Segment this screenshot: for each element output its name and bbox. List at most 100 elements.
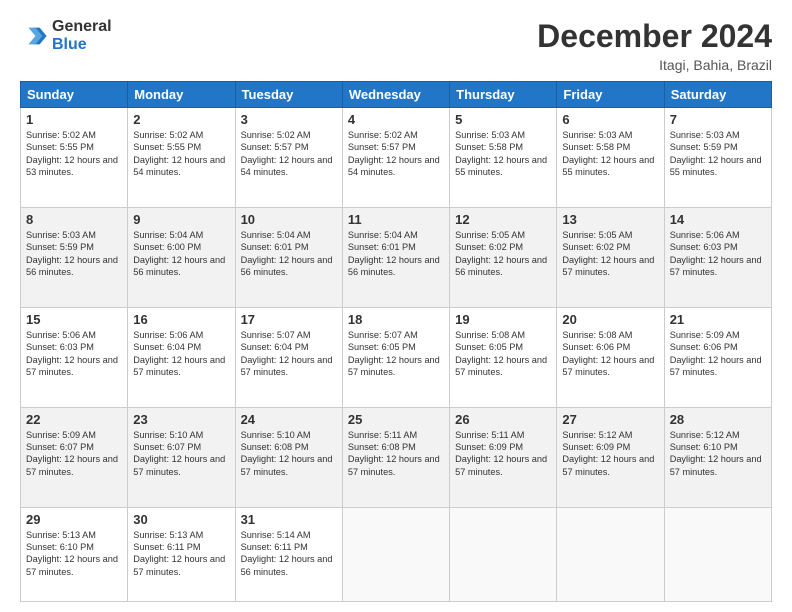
day-info: Sunrise: 5:09 AM Sunset: 6:07 PM Dayligh… [26, 429, 122, 479]
day-info: Sunrise: 5:12 AM Sunset: 6:09 PM Dayligh… [562, 429, 658, 479]
day-info: Sunrise: 5:02 AM Sunset: 5:57 PM Dayligh… [241, 129, 337, 179]
day-info: Sunrise: 5:07 AM Sunset: 6:04 PM Dayligh… [241, 329, 337, 379]
day-number: 21 [670, 312, 766, 327]
day-info: Sunrise: 5:13 AM Sunset: 6:10 PM Dayligh… [26, 529, 122, 579]
table-cell: 18 Sunrise: 5:07 AM Sunset: 6:05 PM Dayl… [342, 307, 449, 407]
month-title: December 2024 [537, 18, 772, 55]
day-info: Sunrise: 5:04 AM Sunset: 6:01 PM Dayligh… [348, 229, 444, 279]
table-cell: 28 Sunrise: 5:12 AM Sunset: 6:10 PM Dayl… [664, 407, 771, 507]
day-info: Sunrise: 5:06 AM Sunset: 6:04 PM Dayligh… [133, 329, 229, 379]
day-number: 27 [562, 412, 658, 427]
table-cell: 7 Sunrise: 5:03 AM Sunset: 5:59 PM Dayli… [664, 108, 771, 208]
day-number: 24 [241, 412, 337, 427]
table-cell: 15 Sunrise: 5:06 AM Sunset: 6:03 PM Dayl… [21, 307, 128, 407]
header-saturday: Saturday [664, 82, 771, 108]
logo-general: General [52, 18, 112, 36]
calendar-table: Sunday Monday Tuesday Wednesday Thursday… [20, 81, 772, 602]
day-info: Sunrise: 5:02 AM Sunset: 5:57 PM Dayligh… [348, 129, 444, 179]
day-info: Sunrise: 5:09 AM Sunset: 6:06 PM Dayligh… [670, 329, 766, 379]
table-cell: 10 Sunrise: 5:04 AM Sunset: 6:01 PM Dayl… [235, 207, 342, 307]
table-cell: 6 Sunrise: 5:03 AM Sunset: 5:58 PM Dayli… [557, 108, 664, 208]
day-info: Sunrise: 5:08 AM Sunset: 6:06 PM Dayligh… [562, 329, 658, 379]
table-cell: 31 Sunrise: 5:14 AM Sunset: 6:11 PM Dayl… [235, 507, 342, 602]
day-info: Sunrise: 5:02 AM Sunset: 5:55 PM Dayligh… [26, 129, 122, 179]
table-cell: 23 Sunrise: 5:10 AM Sunset: 6:07 PM Dayl… [128, 407, 235, 507]
day-number: 4 [348, 112, 444, 127]
table-cell: 9 Sunrise: 5:04 AM Sunset: 6:00 PM Dayli… [128, 207, 235, 307]
day-number: 29 [26, 512, 122, 527]
day-info: Sunrise: 5:03 AM Sunset: 5:59 PM Dayligh… [26, 229, 122, 279]
table-cell: 29 Sunrise: 5:13 AM Sunset: 6:10 PM Dayl… [21, 507, 128, 602]
table-cell: 21 Sunrise: 5:09 AM Sunset: 6:06 PM Dayl… [664, 307, 771, 407]
table-cell [557, 507, 664, 602]
table-cell: 24 Sunrise: 5:10 AM Sunset: 6:08 PM Dayl… [235, 407, 342, 507]
table-cell: 30 Sunrise: 5:13 AM Sunset: 6:11 PM Dayl… [128, 507, 235, 602]
table-cell: 12 Sunrise: 5:05 AM Sunset: 6:02 PM Dayl… [450, 207, 557, 307]
table-cell: 19 Sunrise: 5:08 AM Sunset: 6:05 PM Dayl… [450, 307, 557, 407]
day-number: 25 [348, 412, 444, 427]
header-friday: Friday [557, 82, 664, 108]
page: General Blue December 2024 Itagi, Bahia,… [0, 0, 792, 612]
day-info: Sunrise: 5:12 AM Sunset: 6:10 PM Dayligh… [670, 429, 766, 479]
day-number: 10 [241, 212, 337, 227]
day-info: Sunrise: 5:08 AM Sunset: 6:05 PM Dayligh… [455, 329, 551, 379]
header: General Blue December 2024 Itagi, Bahia,… [20, 18, 772, 73]
logo-blue: Blue [52, 36, 112, 54]
day-number: 12 [455, 212, 551, 227]
day-number: 19 [455, 312, 551, 327]
day-number: 1 [26, 112, 122, 127]
day-info: Sunrise: 5:05 AM Sunset: 6:02 PM Dayligh… [455, 229, 551, 279]
day-info: Sunrise: 5:02 AM Sunset: 5:55 PM Dayligh… [133, 129, 229, 179]
day-number: 16 [133, 312, 229, 327]
day-number: 14 [670, 212, 766, 227]
day-info: Sunrise: 5:10 AM Sunset: 6:07 PM Dayligh… [133, 429, 229, 479]
header-tuesday: Tuesday [235, 82, 342, 108]
table-cell: 17 Sunrise: 5:07 AM Sunset: 6:04 PM Dayl… [235, 307, 342, 407]
table-cell: 11 Sunrise: 5:04 AM Sunset: 6:01 PM Dayl… [342, 207, 449, 307]
day-number: 31 [241, 512, 337, 527]
title-area: December 2024 Itagi, Bahia, Brazil [537, 18, 772, 73]
day-info: Sunrise: 5:04 AM Sunset: 6:01 PM Dayligh… [241, 229, 337, 279]
day-number: 18 [348, 312, 444, 327]
day-number: 5 [455, 112, 551, 127]
table-cell: 27 Sunrise: 5:12 AM Sunset: 6:09 PM Dayl… [557, 407, 664, 507]
day-info: Sunrise: 5:03 AM Sunset: 5:59 PM Dayligh… [670, 129, 766, 179]
day-info: Sunrise: 5:04 AM Sunset: 6:00 PM Dayligh… [133, 229, 229, 279]
header-wednesday: Wednesday [342, 82, 449, 108]
day-number: 17 [241, 312, 337, 327]
location: Itagi, Bahia, Brazil [537, 57, 772, 73]
table-cell [664, 507, 771, 602]
day-info: Sunrise: 5:10 AM Sunset: 6:08 PM Dayligh… [241, 429, 337, 479]
table-cell: 1 Sunrise: 5:02 AM Sunset: 5:55 PM Dayli… [21, 108, 128, 208]
day-number: 11 [348, 212, 444, 227]
table-cell: 22 Sunrise: 5:09 AM Sunset: 6:07 PM Dayl… [21, 407, 128, 507]
table-cell: 8 Sunrise: 5:03 AM Sunset: 5:59 PM Dayli… [21, 207, 128, 307]
day-number: 8 [26, 212, 122, 227]
day-number: 28 [670, 412, 766, 427]
day-number: 7 [670, 112, 766, 127]
day-number: 26 [455, 412, 551, 427]
day-info: Sunrise: 5:03 AM Sunset: 5:58 PM Dayligh… [455, 129, 551, 179]
day-number: 9 [133, 212, 229, 227]
table-cell: 5 Sunrise: 5:03 AM Sunset: 5:58 PM Dayli… [450, 108, 557, 208]
day-info: Sunrise: 5:13 AM Sunset: 6:11 PM Dayligh… [133, 529, 229, 579]
table-cell: 16 Sunrise: 5:06 AM Sunset: 6:04 PM Dayl… [128, 307, 235, 407]
day-info: Sunrise: 5:11 AM Sunset: 6:09 PM Dayligh… [455, 429, 551, 479]
header-sunday: Sunday [21, 82, 128, 108]
day-info: Sunrise: 5:06 AM Sunset: 6:03 PM Dayligh… [26, 329, 122, 379]
header-thursday: Thursday [450, 82, 557, 108]
table-cell: 25 Sunrise: 5:11 AM Sunset: 6:08 PM Dayl… [342, 407, 449, 507]
table-cell: 13 Sunrise: 5:05 AM Sunset: 6:02 PM Dayl… [557, 207, 664, 307]
logo-icon [20, 22, 48, 50]
day-number: 15 [26, 312, 122, 327]
table-cell [342, 507, 449, 602]
header-monday: Monday [128, 82, 235, 108]
day-number: 20 [562, 312, 658, 327]
logo-text: General Blue [52, 18, 112, 53]
weekday-header-row: Sunday Monday Tuesday Wednesday Thursday… [21, 82, 772, 108]
day-info: Sunrise: 5:11 AM Sunset: 6:08 PM Dayligh… [348, 429, 444, 479]
table-cell: 14 Sunrise: 5:06 AM Sunset: 6:03 PM Dayl… [664, 207, 771, 307]
table-cell: 3 Sunrise: 5:02 AM Sunset: 5:57 PM Dayli… [235, 108, 342, 208]
day-info: Sunrise: 5:07 AM Sunset: 6:05 PM Dayligh… [348, 329, 444, 379]
table-cell: 2 Sunrise: 5:02 AM Sunset: 5:55 PM Dayli… [128, 108, 235, 208]
